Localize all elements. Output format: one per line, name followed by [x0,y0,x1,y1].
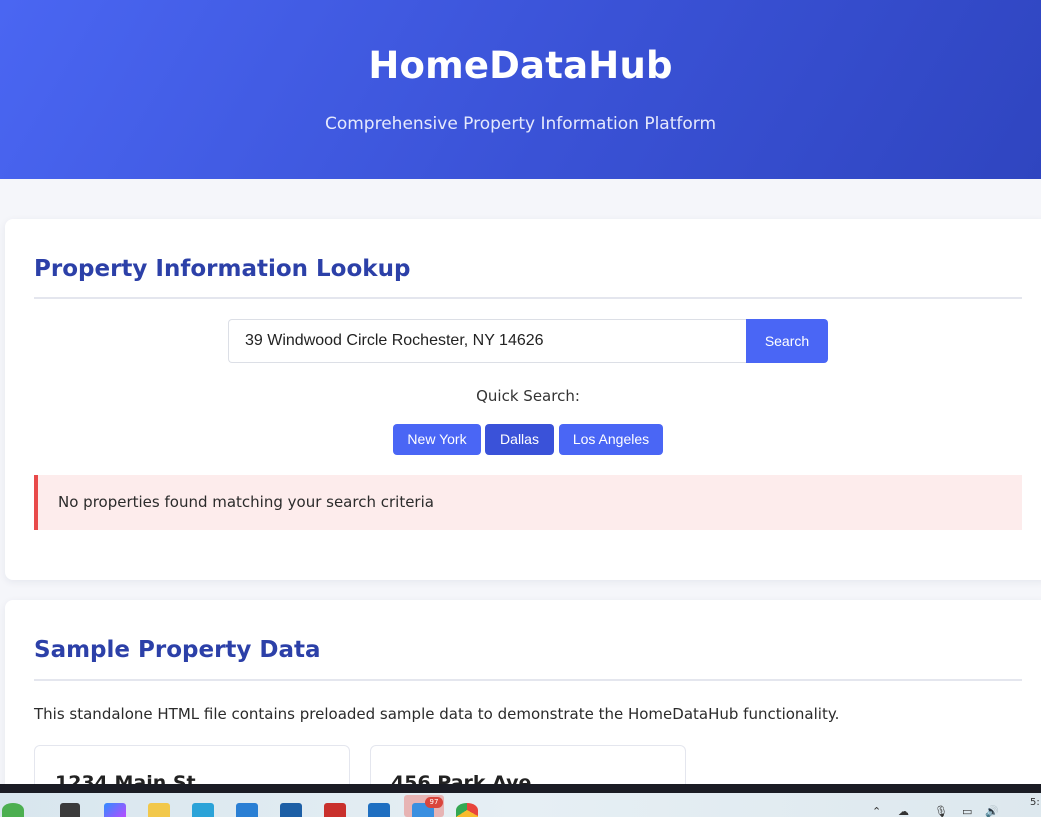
lookup-title: Property Information Lookup [34,256,411,282]
quick-search-label: Quick Search: [476,387,580,405]
gmail-icon[interactable] [324,803,346,817]
clock[interactable]: 5: [1030,797,1040,808]
chevron-up-icon[interactable]: ⌃ [872,805,881,817]
store-icon[interactable] [236,803,258,817]
edge-icon[interactable] [192,803,214,817]
taskbar: 97 ⌃ ☁ 🎙 ▭ 🔊 5: [0,793,1041,817]
quick-search-los-angeles[interactable]: Los Angeles [559,424,663,455]
cloud-icon[interactable]: ☁ [898,805,909,817]
app-subtitle: Comprehensive Property Information Platf… [324,114,717,134]
task-view-icon[interactable] [60,803,80,817]
outlook-icon[interactable] [368,803,390,817]
app-title: HomeDataHub [368,44,673,87]
lookup-card: Property Information Lookup 39 Windwood … [5,219,1041,580]
notification-badge: 97 [425,797,443,808]
no-results-alert: No properties found matching your search… [34,475,1022,530]
volume-icon[interactable]: 🔊 [985,805,999,817]
window-bottom-edge [0,784,1041,793]
dell-icon[interactable] [280,803,302,817]
chrome-icon[interactable] [456,803,478,817]
search-input[interactable]: 39 Windwood Circle Rochester, NY 14626 [228,319,748,363]
search-button[interactable]: Search [746,319,828,363]
copilot-icon[interactable] [104,803,126,817]
microphone-icon[interactable]: 🎙 [934,805,948,817]
quick-search-dallas[interactable]: Dallas [485,424,554,455]
sample-description: This standalone HTML file contains prelo… [34,705,840,723]
sample-divider [34,679,1022,681]
alert-message: No properties found matching your search… [58,493,434,511]
quick-search-new-york[interactable]: New York [393,424,481,455]
network-icon[interactable]: ▭ [962,805,972,817]
start-icon[interactable] [2,803,24,817]
page-header: HomeDataHub Comprehensive Property Infor… [0,0,1041,179]
lookup-divider [34,297,1022,299]
sample-title: Sample Property Data [34,637,321,663]
file-explorer-icon[interactable] [148,803,170,817]
